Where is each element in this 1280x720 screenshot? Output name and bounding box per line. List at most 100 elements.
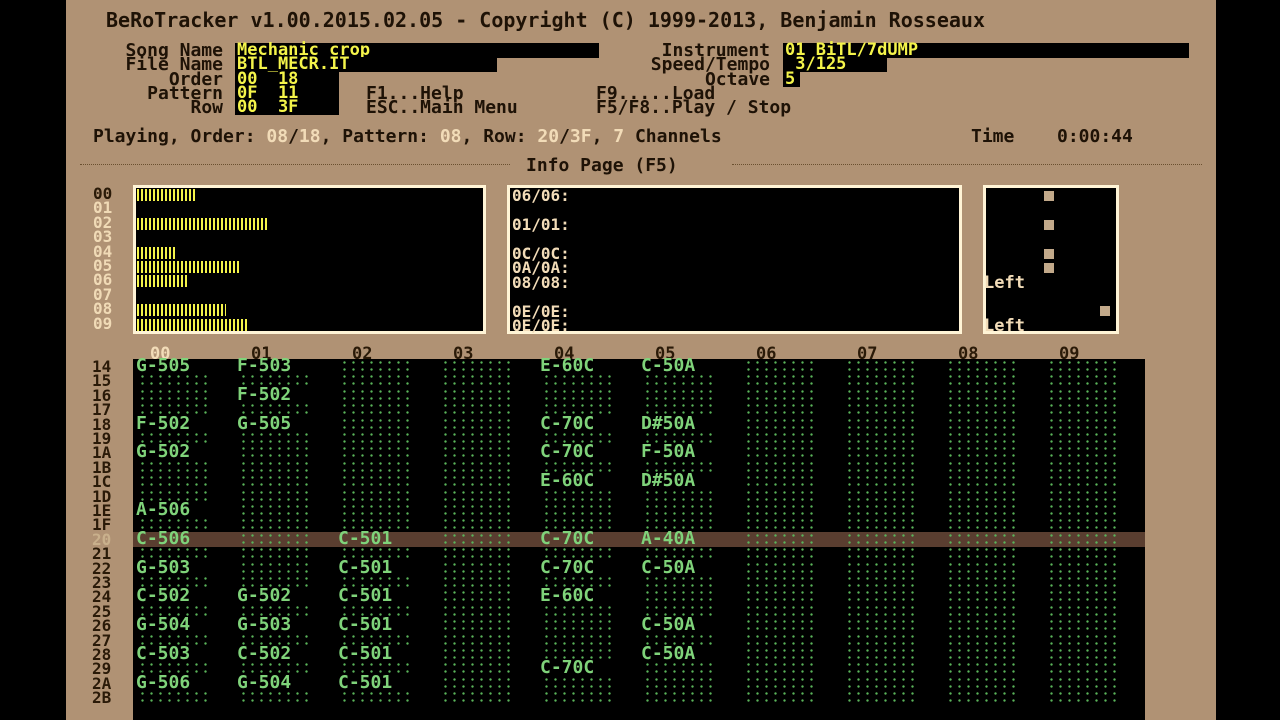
empty-cell[interactable] [340, 459, 412, 474]
empty-cell[interactable] [340, 359, 412, 373]
note-cell[interactable]: C-501 [338, 645, 392, 663]
empty-cell[interactable] [744, 445, 816, 460]
empty-cell[interactable] [138, 373, 210, 388]
empty-cell[interactable] [542, 503, 614, 517]
empty-cell[interactable] [946, 618, 1018, 633]
empty-cell[interactable] [845, 690, 917, 705]
empty-cell[interactable] [946, 647, 1018, 661]
empty-cell[interactable] [946, 632, 1018, 647]
empty-cell[interactable] [138, 474, 210, 489]
empty-cell[interactable] [845, 531, 917, 546]
empty-cell[interactable] [441, 402, 513, 417]
empty-cell[interactable] [239, 431, 311, 445]
empty-cell[interactable] [845, 474, 917, 489]
empty-cell[interactable] [441, 503, 513, 517]
note-cell[interactable]: C-70C [540, 529, 594, 548]
empty-cell[interactable] [239, 488, 311, 503]
empty-cell[interactable] [744, 431, 816, 445]
empty-cell[interactable] [744, 675, 816, 690]
empty-cell[interactable] [946, 531, 1018, 546]
empty-cell[interactable] [1047, 488, 1119, 503]
empty-cell[interactable] [441, 359, 513, 373]
empty-cell[interactable] [744, 402, 816, 417]
empty-cell[interactable] [744, 459, 816, 474]
empty-cell[interactable] [1047, 474, 1119, 489]
empty-cell[interactable] [946, 373, 1018, 388]
empty-cell[interactable] [441, 647, 513, 661]
note-cell[interactable]: G-502 [136, 443, 190, 461]
empty-cell[interactable] [239, 459, 311, 474]
empty-cell[interactable] [744, 618, 816, 633]
empty-cell[interactable] [542, 488, 614, 503]
empty-cell[interactable] [239, 503, 311, 517]
empty-cell[interactable] [542, 387, 614, 402]
empty-cell[interactable] [845, 459, 917, 474]
empty-cell[interactable] [441, 690, 513, 705]
empty-cell[interactable] [946, 488, 1018, 503]
note-cell[interactable]: C-503 [136, 645, 190, 663]
empty-cell[interactable] [1047, 459, 1119, 474]
note-cell[interactable]: C-70C [540, 414, 594, 433]
empty-cell[interactable] [1047, 431, 1119, 445]
empty-cell[interactable] [441, 575, 513, 589]
empty-cell[interactable] [946, 675, 1018, 690]
note-cell[interactable]: C-50A [641, 616, 695, 634]
empty-cell[interactable] [946, 459, 1018, 474]
note-cell[interactable]: A-40A [641, 529, 695, 548]
empty-cell[interactable] [946, 402, 1018, 417]
empty-cell[interactable] [340, 416, 412, 431]
empty-cell[interactable] [441, 474, 513, 489]
empty-cell[interactable] [643, 373, 715, 388]
empty-cell[interactable] [946, 517, 1018, 532]
empty-cell[interactable] [643, 675, 715, 690]
empty-cell[interactable] [340, 503, 412, 517]
empty-cell[interactable] [946, 690, 1018, 705]
empty-cell[interactable] [744, 488, 816, 503]
empty-cell[interactable] [1047, 647, 1119, 661]
empty-cell[interactable] [744, 546, 816, 561]
empty-cell[interactable] [1047, 387, 1119, 402]
empty-cell[interactable] [845, 416, 917, 431]
empty-cell[interactable] [946, 560, 1018, 575]
empty-cell[interactable] [441, 618, 513, 633]
note-cell[interactable]: F-502 [136, 414, 190, 433]
empty-cell[interactable] [744, 661, 816, 676]
empty-cell[interactable] [1047, 675, 1119, 690]
empty-cell[interactable] [845, 431, 917, 445]
row-field[interactable]: 00 3F [235, 99, 339, 116]
empty-cell[interactable] [845, 589, 917, 604]
empty-cell[interactable] [845, 647, 917, 661]
note-cell[interactable]: G-504 [136, 616, 190, 634]
note-cell[interactable]: G-503 [237, 616, 291, 634]
empty-cell[interactable] [441, 517, 513, 532]
play-stop-shortcut[interactable]: F5/F8..Play / Stop [596, 99, 791, 117]
empty-cell[interactable] [744, 517, 816, 532]
note-cell[interactable]: C-501 [338, 616, 392, 634]
empty-cell[interactable] [441, 387, 513, 402]
empty-cell[interactable] [441, 531, 513, 546]
empty-cell[interactable] [340, 402, 412, 417]
empty-cell[interactable] [744, 589, 816, 604]
empty-cell[interactable] [946, 431, 1018, 445]
empty-cell[interactable] [1047, 690, 1119, 705]
empty-cell[interactable] [441, 373, 513, 388]
empty-cell[interactable] [845, 560, 917, 575]
empty-cell[interactable] [744, 560, 816, 575]
empty-cell[interactable] [239, 531, 311, 546]
note-cell[interactable]: G-505 [237, 414, 291, 433]
empty-cell[interactable] [845, 517, 917, 532]
empty-cell[interactable] [441, 603, 513, 618]
empty-cell[interactable] [239, 474, 311, 489]
empty-cell[interactable] [946, 603, 1018, 618]
empty-cell[interactable] [340, 690, 412, 705]
octave-field[interactable]: 5 [783, 71, 800, 88]
empty-cell[interactable] [441, 445, 513, 460]
note-cell[interactable]: C-70C [540, 443, 594, 461]
note-cell[interactable]: C-501 [338, 529, 392, 548]
empty-cell[interactable] [441, 560, 513, 575]
empty-cell[interactable] [744, 690, 816, 705]
empty-cell[interactable] [1047, 546, 1119, 561]
empty-cell[interactable] [744, 603, 816, 618]
empty-cell[interactable] [1047, 575, 1119, 589]
empty-cell[interactable] [845, 546, 917, 561]
